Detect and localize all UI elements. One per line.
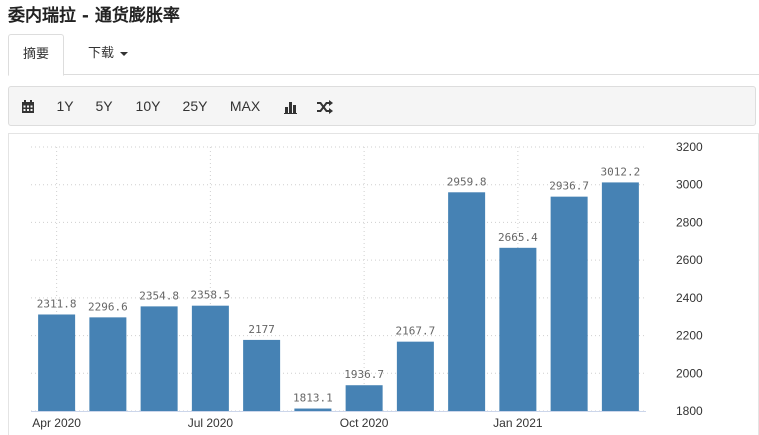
bar: [89, 317, 127, 411]
tab-download-label: 下载: [88, 46, 115, 61]
data-label: 2177: [248, 323, 275, 336]
data-label: 3012.2: [601, 165, 641, 178]
range-10y-button[interactable]: 10Y: [132, 87, 164, 125]
data-label: 1936.7: [344, 368, 384, 381]
inflation-bar-chart: 1800 2000 2200 2400 2600 2800 3000 3200 Apr 2020…: [31, 140, 703, 430]
bar: [38, 314, 76, 411]
y-tick-label: 2200: [676, 329, 703, 343]
bar: [191, 305, 229, 411]
data-label: 2311.8: [37, 297, 77, 310]
bar: [499, 247, 537, 411]
y-tick-label: 2800: [676, 215, 703, 229]
bar-chart-icon[interactable]: [281, 87, 299, 125]
tab-bar: 摘要 下载: [8, 34, 759, 76]
bar: [601, 182, 639, 411]
y-tick-label: 2000: [676, 366, 703, 380]
range-1y-button[interactable]: 1Y: [53, 87, 77, 125]
data-label: 2358.5: [191, 289, 231, 302]
caret-down-icon: [120, 51, 129, 56]
bar: [396, 341, 434, 411]
page-title: 委内瑞拉 - 通货膨胀率: [8, 6, 180, 26]
bar: [140, 306, 178, 411]
y-tick-label: 3000: [676, 178, 703, 192]
range-25y-button[interactable]: 25Y: [179, 87, 211, 125]
bar: [448, 192, 486, 411]
data-label: 2296.6: [88, 300, 128, 313]
x-tick-label: Jan 2021: [493, 416, 543, 430]
data-label: 2936.7: [549, 180, 589, 193]
data-label: 2354.8: [139, 289, 179, 302]
calendar-icon[interactable]: [17, 87, 39, 125]
bar: [345, 385, 383, 411]
range-5y-button[interactable]: 5Y: [92, 87, 116, 125]
bar: [294, 408, 332, 411]
x-tick-label: Apr 2020: [32, 416, 81, 430]
shuffle-icon[interactable]: [314, 87, 336, 125]
tab-summary[interactable]: 摘要: [8, 34, 65, 76]
bar: [550, 196, 588, 411]
data-label: 2665.4: [498, 231, 538, 244]
tab-download[interactable]: 下载: [74, 34, 142, 75]
chart-toolbar: 1Y 5Y 10Y 25Y MAX: [8, 86, 756, 126]
data-label: 1813.1: [293, 392, 333, 405]
chart-area: 1800 2000 2200 2400 2600 2800 3000 3200 Apr 2020…: [8, 133, 759, 435]
y-tick-label: 2600: [676, 253, 703, 267]
x-tick-label: Jul 2020: [188, 416, 234, 430]
y-tick-label: 3200: [676, 140, 703, 154]
data-label: 2959.8: [447, 175, 487, 188]
x-tick-label: Oct 2020: [340, 416, 389, 430]
range-max-button[interactable]: MAX: [226, 87, 264, 125]
y-tick-label: 1800: [676, 404, 703, 418]
data-label: 2167.7: [396, 325, 436, 338]
bar: [243, 339, 281, 411]
y-tick-label: 2400: [676, 291, 703, 305]
